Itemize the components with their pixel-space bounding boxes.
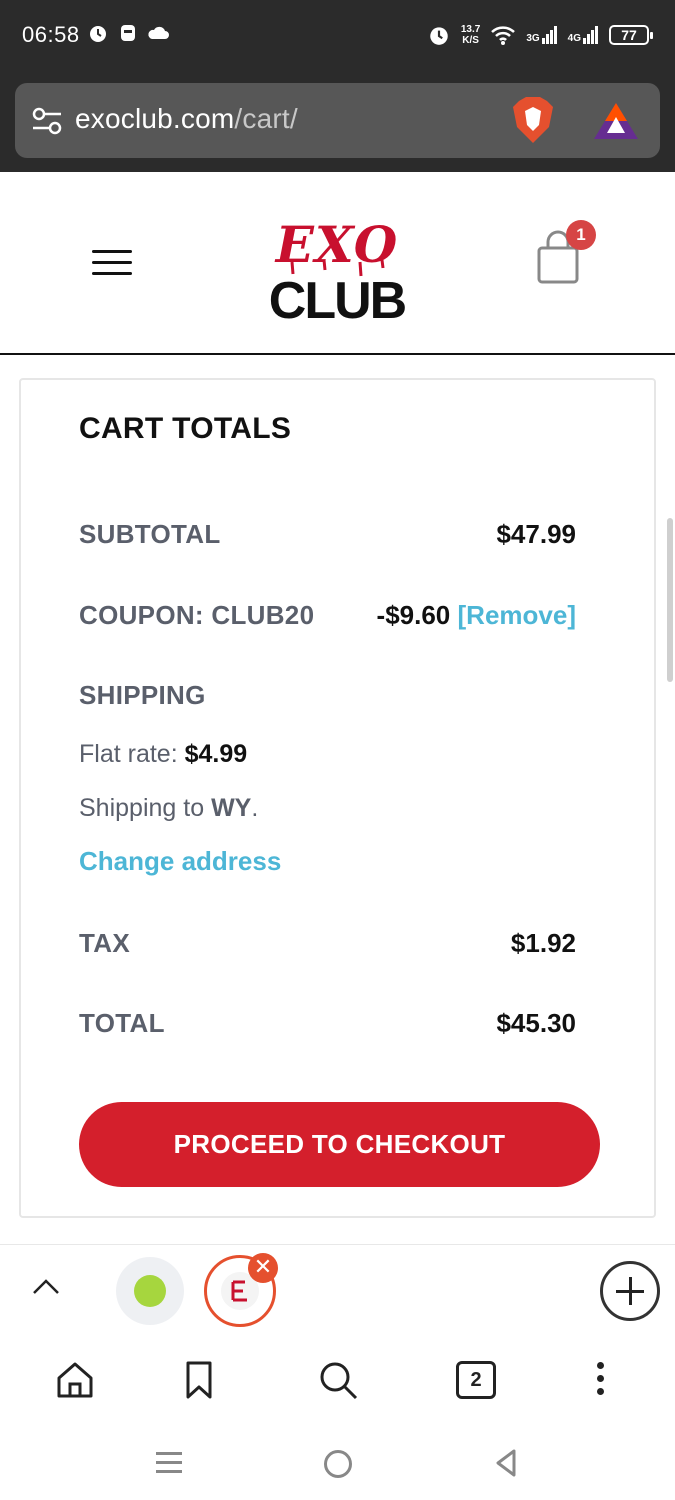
home-icon[interactable] [53, 1358, 97, 1402]
menu-icon[interactable] [92, 250, 132, 280]
proceed-to-checkout-button[interactable]: PROCEED TO CHECKOUT [79, 1102, 600, 1187]
url-text[interactable]: exoclub.com/cart/ [75, 103, 298, 135]
network-speed: 13.7 K/S [461, 24, 480, 46]
home-button-icon[interactable] [324, 1450, 352, 1478]
remove-coupon-link[interactable]: [Remove] [458, 600, 576, 630]
close-tab-icon[interactable]: ✕ [248, 1253, 278, 1283]
coupon-discount: -$9.60 [376, 600, 451, 630]
recent-apps-icon[interactable] [156, 1452, 182, 1474]
subtotal-value: $47.99 [496, 519, 576, 549]
address-bar[interactable]: exoclub.com/cart/ [15, 83, 660, 158]
wifi-icon [491, 26, 516, 45]
signal-3g: 3G [526, 26, 557, 44]
coupon-label: COUPON: CLUB20 [79, 600, 315, 630]
battery-icon: 77 [609, 25, 653, 45]
status-bar: 06:58 13.7 K/S 3G 4G 77 [0, 0, 675, 70]
tab-favicon-icon [134, 1275, 166, 1307]
tax-value: $1.92 [510, 928, 576, 958]
speed-value: 13.7 [460, 24, 481, 35]
subtotal-label: SUBTOTAL [79, 519, 221, 549]
shipping-destination: Shipping to WY. [79, 794, 258, 823]
svg-text:CLUB: CLUB [269, 272, 406, 325]
brave-rewards-icon[interactable] [593, 101, 639, 141]
chevron-up-icon[interactable] [32, 1277, 60, 1297]
speed-unit: K/S [462, 35, 479, 46]
browser-toolbar: 2 [0, 1336, 675, 1426]
coupon-value-row: -$9.60 [Remove] [377, 600, 576, 631]
signal-4g: 4G [568, 26, 599, 44]
cart-count-badge: 1 [566, 220, 596, 250]
status-right-group: 13.7 K/S 3G 4G 77 [427, 18, 653, 52]
signal-bars-icon [541, 26, 557, 44]
alarm-icon [90, 26, 106, 42]
page-scrollbar[interactable] [667, 518, 673, 682]
signal-bars-icon [583, 26, 598, 44]
total-value: $45.30 [496, 1008, 576, 1038]
cart-totals-title: CART TOTALS [79, 412, 292, 445]
brave-shields-icon[interactable] [511, 95, 555, 145]
tabs-count-button[interactable]: 2 [456, 1361, 496, 1399]
net2-label: 4G [567, 33, 581, 44]
cloud-icon [148, 26, 169, 39]
flat-rate-value: $4.99 [184, 740, 248, 768]
site-settings-icon[interactable] [31, 105, 63, 137]
browser-chrome: 06:58 13.7 K/S 3G 4G 77 exoclub.com/cart… [0, 0, 675, 172]
url-path: /cart/ [234, 103, 298, 134]
back-icon[interactable] [494, 1448, 518, 1478]
shipping-to-prefix: Shipping to [79, 794, 205, 822]
tab-strip: ✕ [0, 1244, 675, 1336]
flat-rate-label: Flat rate: [79, 740, 178, 768]
cart-totals-card: CART TOTALS SUBTOTAL $47.99 COUPON: CLUB… [19, 378, 656, 1218]
shipping-label: SHIPPING [79, 680, 206, 710]
more-menu-icon[interactable] [594, 1362, 606, 1402]
bookmark-icon[interactable] [177, 1358, 221, 1402]
system-nav-bar [0, 1426, 675, 1500]
total-label: TOTAL [79, 1008, 165, 1038]
flat-rate-line: Flat rate: $4.99 [79, 740, 247, 769]
change-address-link[interactable]: Change address [79, 846, 281, 877]
new-tab-icon[interactable] [600, 1261, 660, 1321]
tab-thumbnail-1[interactable] [116, 1257, 184, 1325]
shipping-to-suffix: . [251, 794, 259, 822]
exo-club-logo[interactable]: EXO CLUB [262, 210, 412, 325]
net1-label: 3G [526, 33, 540, 44]
tax-label: TAX [79, 928, 130, 958]
url-domain: exoclub.com [75, 103, 235, 134]
site-header: EXO CLUB 1 [0, 172, 675, 355]
alarm-icon [430, 27, 448, 45]
search-icon[interactable] [316, 1358, 360, 1402]
app-notification-icon [121, 25, 135, 41]
shipping-state: WY [211, 794, 252, 822]
status-time: 06:58 [22, 22, 80, 47]
